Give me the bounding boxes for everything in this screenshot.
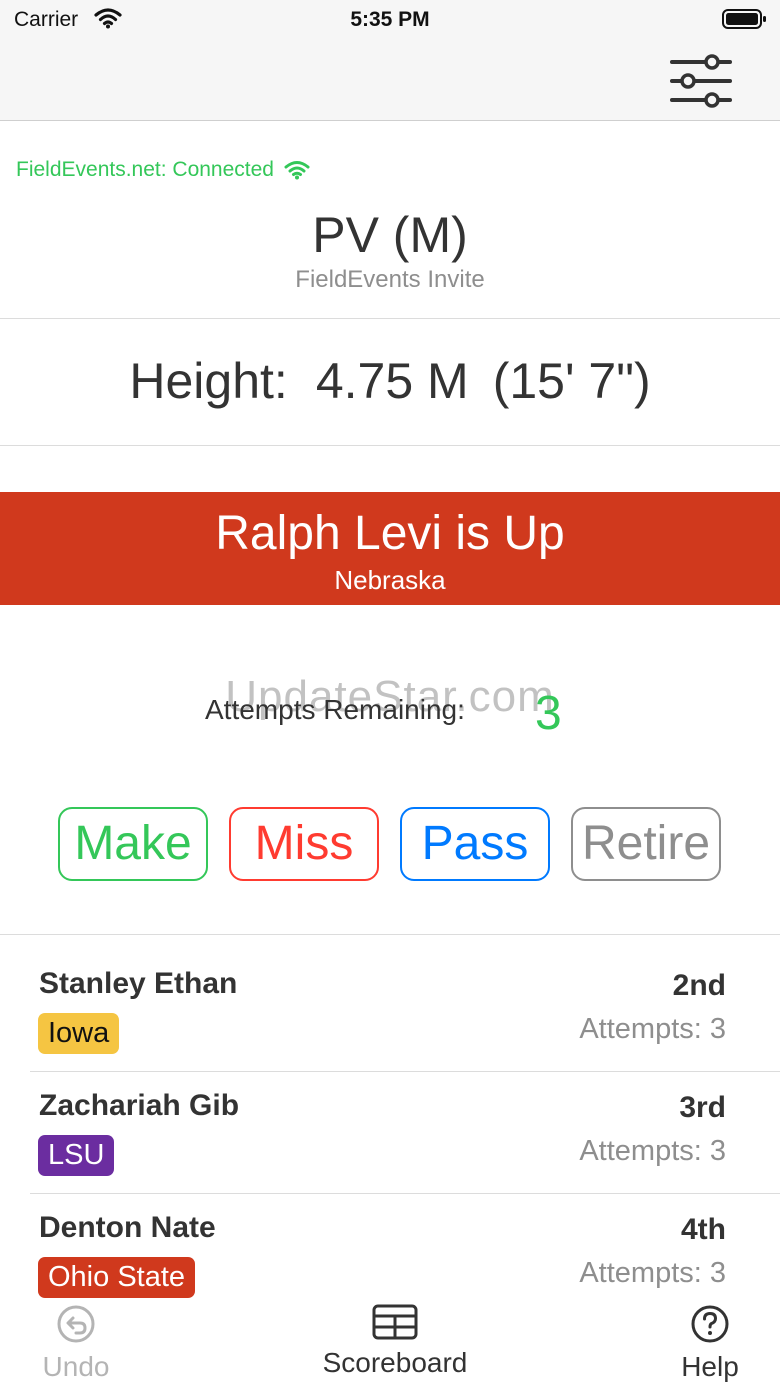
divider (0, 934, 780, 935)
athlete-up-title: Ralph Levi is Up (215, 507, 565, 560)
height-imperial: (15' 7") (492, 353, 651, 409)
athlete-place: 3rd (679, 1091, 726, 1124)
tab-bar: Undo Scoreboard Help (0, 1300, 780, 1387)
battery-icon (722, 8, 768, 35)
make-button[interactable]: Make (58, 807, 208, 881)
athlete-attempts: Attempts: 3 (579, 1135, 726, 1167)
athlete-attempts: Attempts: 3 (579, 1257, 726, 1289)
wifi-icon (284, 161, 310, 180)
current-height: Height: 4.75 M (15' 7") (0, 352, 780, 410)
sliders-icon (670, 54, 732, 108)
status-bar: Carrier 5:35 PM (0, 0, 780, 40)
tab-help[interactable]: Help (672, 1304, 748, 1383)
settings-sliders-button[interactable] (668, 52, 734, 110)
tab-help-label: Help (681, 1351, 739, 1382)
height-metric: 4.75 M (315, 353, 469, 409)
tab-undo[interactable]: Undo (36, 1304, 116, 1383)
athlete-team-badge: LSU (38, 1135, 115, 1176)
athlete-list-item[interactable]: Stanley Ethan Iowa 2nd Attempts: 3 (30, 949, 780, 1072)
athlete-team-badge: Ohio State (38, 1257, 196, 1298)
clock-time: 5:35 PM (350, 8, 430, 31)
navigation-bar (0, 40, 780, 121)
help-question-icon (691, 1305, 729, 1343)
connection-status-text: FieldEvents.net: Connected (16, 158, 274, 181)
attempts-remaining-value: 3 (535, 687, 562, 740)
athlete-place: 2nd (672, 969, 726, 1002)
athlete-name: Stanley Ethan (39, 967, 238, 1000)
connection-status: FieldEvents.net: Connected (16, 158, 310, 182)
athlete-team-badge: Iowa (38, 1013, 120, 1054)
athlete-name: Zachariah Gib (39, 1089, 240, 1122)
miss-button[interactable]: Miss (229, 807, 379, 881)
retire-button[interactable]: Retire (571, 807, 721, 881)
pass-button[interactable]: Pass (400, 807, 550, 881)
athlete-attempts: Attempts: 3 (579, 1013, 726, 1045)
athlete-place: 4th (681, 1213, 726, 1246)
table-grid-icon (372, 1304, 418, 1340)
athlete-up-banner: Ralph Levi is Up Nebraska (0, 492, 780, 605)
event-title: PV (M) (312, 207, 468, 263)
athlete-up-team: Nebraska (334, 565, 446, 595)
attempts-remaining-label: Attempts Remaining: (205, 694, 465, 725)
undo-icon (57, 1305, 95, 1343)
tab-scoreboard[interactable]: Scoreboard (310, 1304, 480, 1379)
divider (0, 318, 780, 319)
divider (0, 445, 780, 446)
tab-scoreboard-label: Scoreboard (322, 1347, 468, 1378)
athlete-name: Denton Nate (39, 1211, 216, 1244)
athlete-list-item[interactable]: Zachariah Gib LSU 3rd Attempts: 3 (30, 1071, 780, 1194)
tab-undo-label: Undo (42, 1351, 110, 1382)
event-subtitle: FieldEvents Invite (295, 266, 485, 293)
athlete-list-item[interactable]: Denton Nate Ohio State 4th Attempts: 3 (30, 1193, 780, 1315)
height-label: Height: (129, 353, 288, 409)
